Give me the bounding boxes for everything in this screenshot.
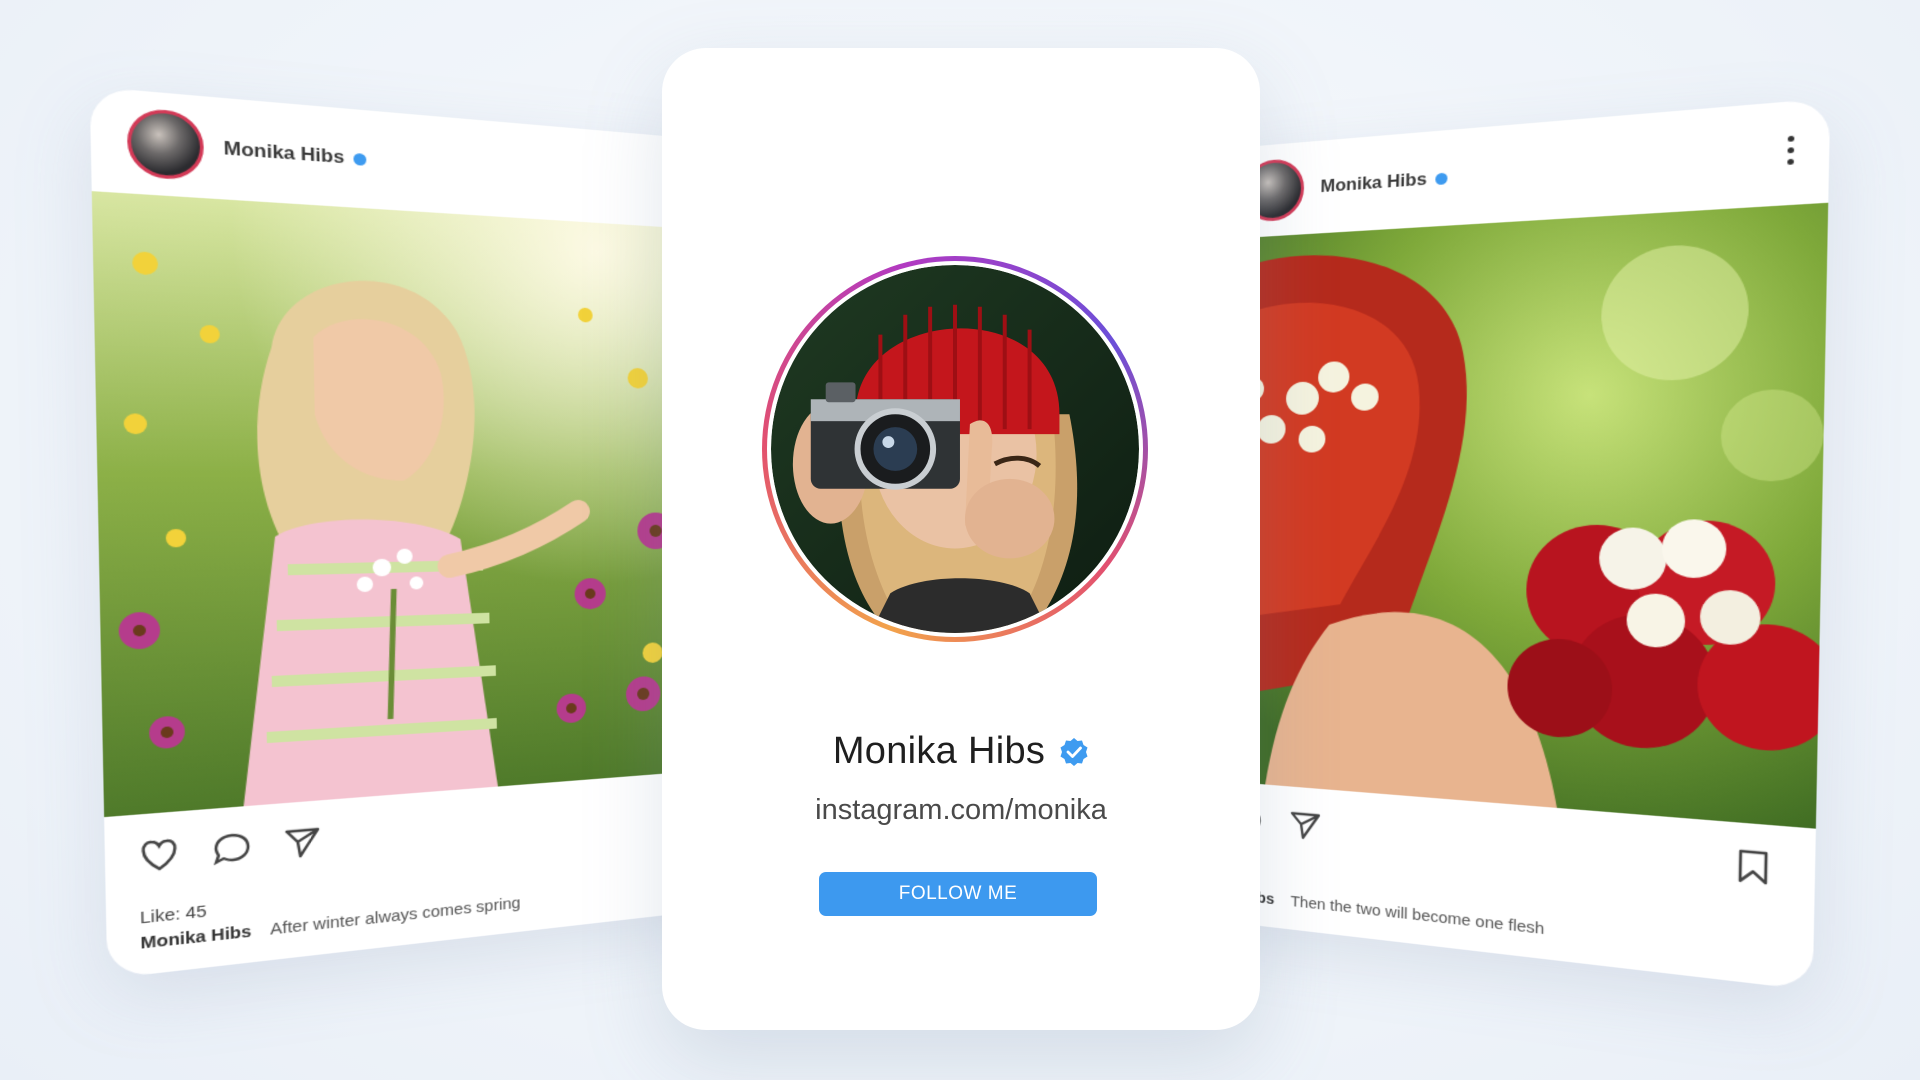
profile-avatar[interactable] (771, 265, 1139, 633)
bride-with-roses-image (1205, 202, 1829, 829)
left-post-actions (138, 824, 322, 874)
verified-small-icon (353, 152, 367, 166)
left-post-likes: Like: 45 (139, 901, 207, 929)
heart-icon[interactable] (138, 836, 180, 874)
bookmark-icon[interactable] (1735, 847, 1771, 887)
right-post-username[interactable]: Monika Hibs (1320, 169, 1427, 198)
left-post-card: Monika Hibs Like: 45 Monika Hibs After w… (89, 86, 717, 979)
left-post-photo (91, 191, 715, 818)
girl-in-flowers-image (91, 191, 715, 818)
profile-name-row: Monika Hibs (662, 730, 1260, 773)
profile-card: Monika Hibs instagram.com/monika FOLLOW … (662, 48, 1260, 1030)
left-post-caption-user[interactable]: Monika Hibs (140, 922, 251, 953)
left-post-caption-text: After winter always comes spring (269, 893, 521, 940)
verified-check-icon (1060, 737, 1088, 766)
profile-avatar-frame (767, 261, 1143, 637)
right-post-caption: a Hibs Then the two will become one fles… (1229, 886, 1544, 938)
left-post-username[interactable]: Monika Hibs (223, 137, 344, 168)
right-post-photo (1205, 202, 1829, 829)
verified-small-icon (1435, 172, 1448, 185)
send-icon[interactable] (1289, 809, 1322, 843)
profile-link[interactable]: instagram.com/monika (662, 794, 1260, 827)
post-bookmark (1735, 847, 1771, 892)
follow-button[interactable]: FOLLOW ME (819, 872, 1097, 916)
left-post-avatar[interactable] (126, 106, 205, 182)
right-post-card: Monika Hibs Then the two will become one… (1203, 98, 1831, 991)
send-icon[interactable] (283, 824, 322, 860)
profile-avatar-ring (762, 256, 1148, 642)
profile-name: Monika Hibs (832, 730, 1046, 772)
stage: Monika Hibs Like: 45 Monika Hibs After w… (0, 0, 1920, 1080)
more-icon[interactable] (1787, 135, 1795, 165)
right-post-caption-text: Then the two will become one flesh (1290, 892, 1545, 939)
comment-icon[interactable] (212, 830, 252, 867)
